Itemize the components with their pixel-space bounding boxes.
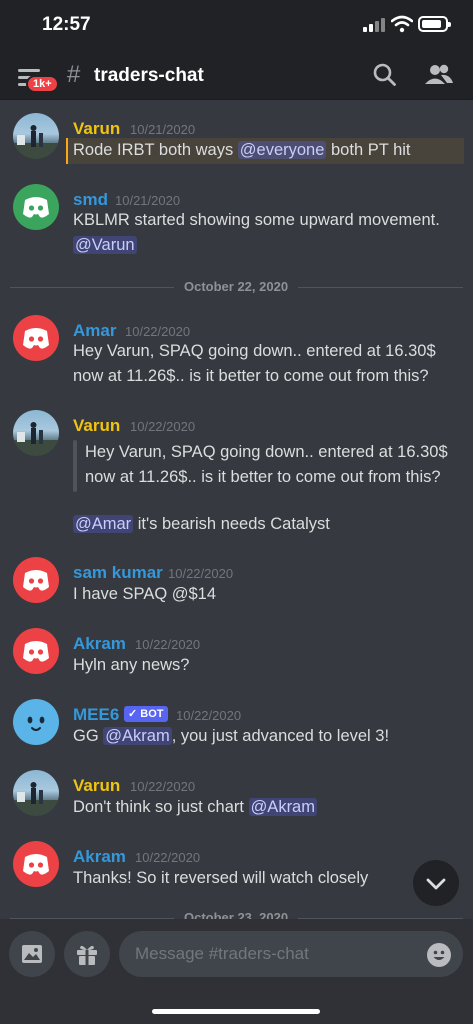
avatar[interactable] bbox=[13, 113, 59, 159]
timestamp: 10/22/2020 bbox=[130, 419, 196, 434]
message-text: @Amar it's bearish needs Catalyst bbox=[73, 515, 330, 533]
date-divider-label: October 22, 2020 bbox=[174, 279, 299, 294]
message-text: Thanks! So it reversed will watch closel… bbox=[73, 869, 369, 887]
discord-logo-icon bbox=[23, 854, 49, 875]
message-text: Rode IRBT both ways @everyone both PT hi… bbox=[73, 141, 411, 159]
timestamp: 10/22/2020 bbox=[135, 850, 201, 865]
hash-icon: # bbox=[67, 61, 81, 88]
discord-logo-icon bbox=[23, 328, 49, 349]
gift-button[interactable] bbox=[64, 931, 110, 977]
mention[interactable]: @Amar bbox=[73, 515, 134, 533]
timestamp: 10/22/2020 bbox=[168, 566, 234, 581]
image-upload-button[interactable] bbox=[9, 931, 55, 977]
timestamp: 10/22/2020 bbox=[125, 324, 191, 339]
image-icon bbox=[22, 945, 42, 963]
unread-badge: 1k+ bbox=[26, 75, 59, 93]
search-icon bbox=[373, 63, 396, 86]
channel-header: 1k+ # traders-chat bbox=[0, 52, 473, 100]
quote-bar bbox=[73, 440, 77, 492]
bot-tag: ✓ BOT bbox=[124, 706, 168, 722]
message-text: GG @Akram, you just advanced to level 3! bbox=[73, 727, 390, 745]
avatar[interactable] bbox=[13, 184, 59, 230]
timestamp: 10/22/2020 bbox=[130, 779, 196, 794]
author-name[interactable]: Varun bbox=[73, 416, 120, 436]
author-name[interactable]: MEE6 bbox=[73, 705, 119, 725]
author-name[interactable]: Akram bbox=[73, 634, 126, 654]
composer-bar bbox=[0, 919, 473, 1024]
date-divider-label: October 23, 2020 bbox=[174, 910, 299, 919]
discord-logo-icon bbox=[23, 570, 49, 591]
avatar[interactable] bbox=[13, 628, 59, 674]
members-button[interactable] bbox=[424, 62, 454, 90]
date-divider: October 22, 2020 bbox=[10, 279, 463, 294]
mention[interactable]: @Varun bbox=[73, 236, 137, 254]
wifi-icon bbox=[391, 15, 413, 33]
message-text: Hey Varun, SPAQ going down.. entered at … bbox=[73, 342, 436, 385]
timestamp: 10/22/2020 bbox=[176, 708, 242, 723]
battery-icon bbox=[418, 16, 451, 32]
search-button[interactable] bbox=[372, 62, 402, 90]
emoji-button[interactable] bbox=[427, 943, 451, 967]
timestamp: 10/21/2020 bbox=[130, 122, 196, 137]
message-list[interactable]: Varun 10/21/2020 Rode IRBT both ways @ev… bbox=[0, 101, 473, 919]
avatar[interactable] bbox=[13, 557, 59, 603]
status-time: 12:57 bbox=[42, 14, 91, 35]
avatar[interactable] bbox=[13, 770, 59, 816]
timestamp: 10/22/2020 bbox=[135, 637, 201, 652]
discord-logo-icon bbox=[23, 197, 49, 218]
channel-title: traders-chat bbox=[94, 65, 204, 86]
avatar[interactable] bbox=[13, 315, 59, 361]
message-input[interactable] bbox=[119, 931, 463, 977]
mention[interactable]: @everyone bbox=[237, 141, 327, 159]
scroll-to-bottom-button[interactable] bbox=[413, 860, 459, 906]
members-icon bbox=[425, 64, 453, 84]
author-name[interactable]: Akram bbox=[73, 847, 126, 867]
author-name[interactable]: sam kumar bbox=[73, 563, 163, 583]
mee6-face-icon bbox=[27, 716, 45, 731]
message-text: Hyln any news? bbox=[73, 656, 190, 674]
cellular-signal-icon bbox=[363, 18, 385, 32]
timestamp: 10/21/2020 bbox=[115, 193, 181, 208]
author-name[interactable]: Varun bbox=[73, 119, 120, 139]
author-name[interactable]: smd bbox=[73, 190, 108, 210]
discord-logo-icon bbox=[23, 641, 49, 662]
gift-icon bbox=[77, 945, 97, 965]
mention[interactable]: @Akram bbox=[103, 727, 172, 745]
avatar[interactable] bbox=[13, 841, 59, 887]
chevron-down-icon bbox=[426, 878, 446, 890]
avatar[interactable] bbox=[13, 410, 59, 456]
message-text: Don't think so just chart @Akram bbox=[73, 798, 317, 816]
avatar[interactable] bbox=[13, 699, 59, 745]
status-bar: 12:57 bbox=[0, 0, 473, 52]
quoted-text: Hey Varun, SPAQ going down.. entered at … bbox=[85, 443, 448, 486]
author-name[interactable]: Amar bbox=[73, 321, 116, 341]
mention[interactable]: @Akram bbox=[248, 798, 317, 816]
message-text: KBLMR started showing some upward moveme… bbox=[73, 211, 440, 254]
author-name[interactable]: Varun bbox=[73, 776, 120, 796]
emoji-icon bbox=[433, 950, 445, 960]
message-text: I have SPAQ @$14 bbox=[73, 585, 217, 603]
home-indicator bbox=[152, 1009, 320, 1014]
